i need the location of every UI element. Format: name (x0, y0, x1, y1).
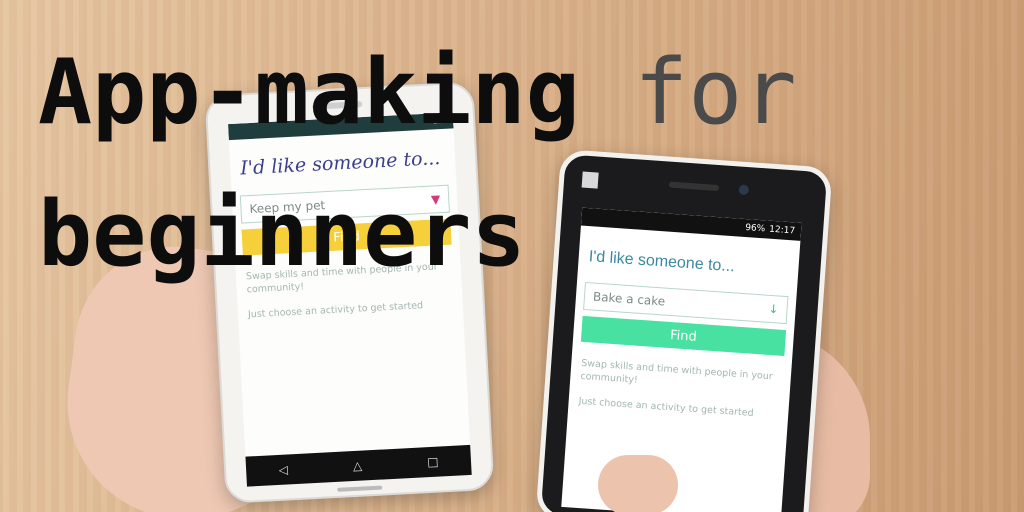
title-line-2: beginners (38, 190, 526, 280)
title-strong-2: beginners (38, 182, 526, 287)
speaker-grill (668, 181, 720, 192)
touching-finger (598, 455, 678, 512)
chevron-down-icon: ↓ (768, 301, 780, 317)
activity-value: Bake a cake (592, 289, 666, 309)
home-icon[interactable]: △ (353, 459, 363, 473)
phone-white-screen: 12: I'd like someone to... Keep my pet ▼… (228, 112, 471, 464)
title-light: for (634, 40, 797, 145)
phone-black: 96% 12:17 I'd like someone to... Bake a … (535, 148, 833, 512)
title-strong: App-making (38, 40, 580, 145)
recents-icon[interactable]: □ (427, 455, 439, 470)
home-indicator (337, 485, 383, 492)
brand-logo (581, 171, 599, 189)
title-line-1: App-making for (38, 48, 797, 138)
phone-black-screen: 96% 12:17 I'd like someone to... Bake a … (561, 207, 802, 512)
battery-percent: 96% (744, 223, 766, 235)
status-time: 12:17 (768, 224, 796, 237)
camera-icon (738, 184, 750, 196)
photo-background: 12: I'd like someone to... Keep my pet ▼… (0, 0, 1024, 512)
back-icon[interactable]: ◁ (278, 462, 288, 476)
